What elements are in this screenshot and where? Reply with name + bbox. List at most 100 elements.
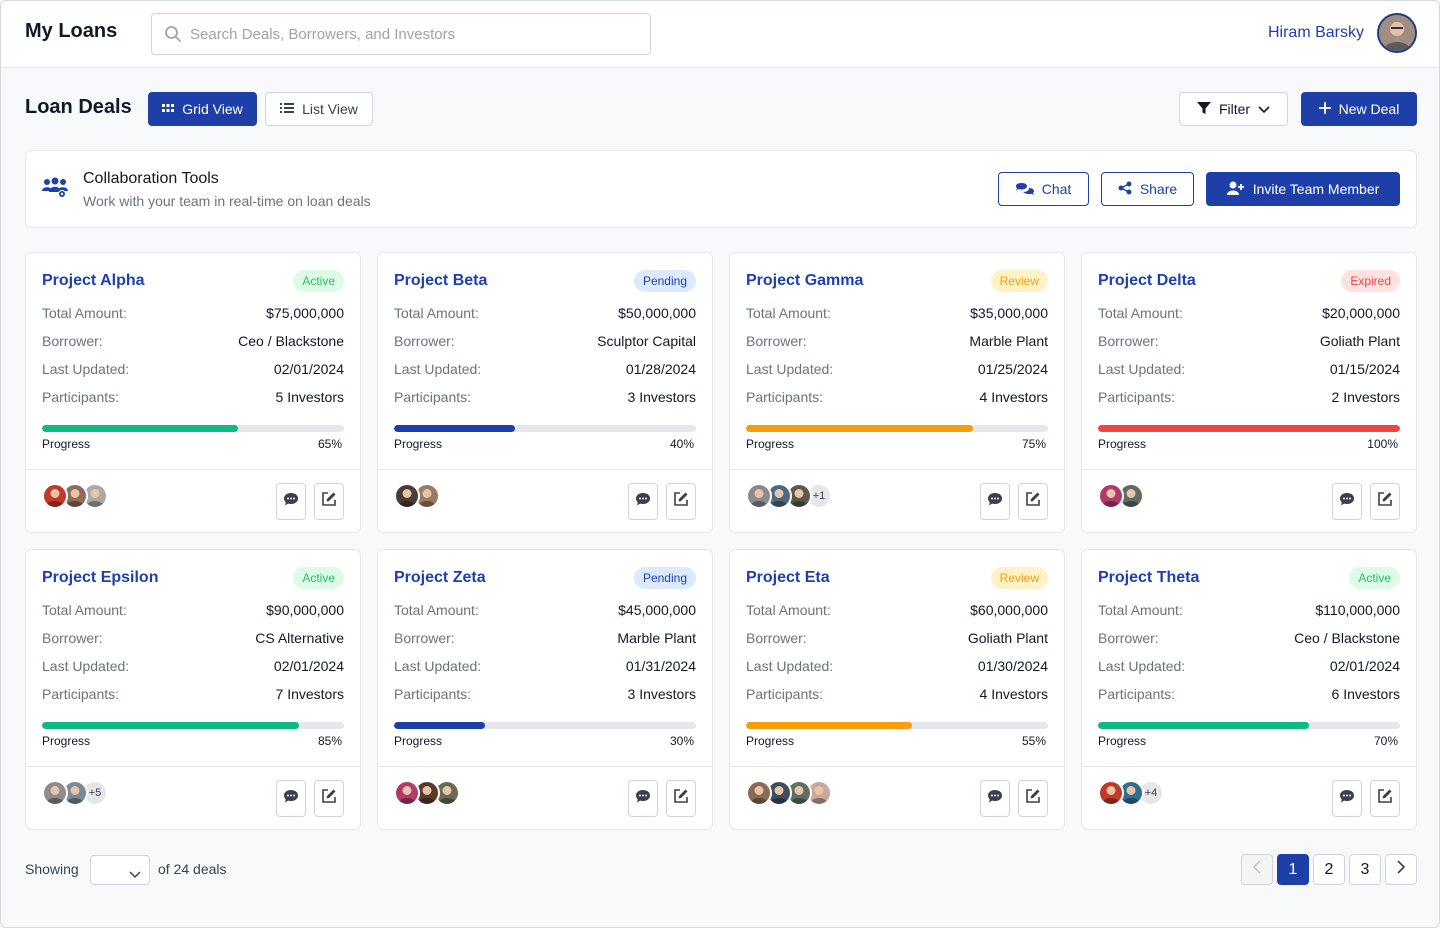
deal-title[interactable]: Project Alpha (42, 272, 145, 290)
participant-avatar[interactable] (394, 780, 420, 806)
comment-button[interactable] (980, 483, 1010, 520)
participant-avatar[interactable] (1098, 483, 1124, 509)
deal-card[interactable]: Project Beta Pending Total Amount: $50,00… (377, 252, 713, 533)
comment-button[interactable] (628, 483, 658, 520)
deal-title[interactable]: Project Gamma (746, 272, 863, 290)
deal-title[interactable]: Project Zeta (394, 569, 486, 587)
field-value: $45,000,000 (618, 602, 696, 618)
field-label: Borrower: (394, 630, 455, 646)
field-label: Borrower: (394, 333, 455, 349)
total-deals-label: of 24 deals (158, 861, 227, 877)
deal-title[interactable]: Project Delta (1098, 272, 1196, 290)
deal-field-participants: Participants: 5 Investors (42, 389, 344, 409)
participant-avatar[interactable] (42, 780, 68, 806)
deal-title[interactable]: Project Epsilon (42, 569, 158, 587)
deal-field-total-amount: Total Amount: $35,000,000 (746, 305, 1048, 325)
app-title: My Loans (25, 20, 118, 42)
deal-card[interactable]: Project Theta Active Total Amount: $110,0… (1081, 549, 1417, 830)
field-value: 7 Investors (275, 686, 344, 702)
app-window: My Loans Hiram Barsky Loan Deals Grid Vi… (0, 0, 1440, 928)
edit-button[interactable] (666, 780, 696, 817)
progress-bar (394, 425, 696, 432)
comment-icon (1339, 492, 1355, 512)
participant-avatar[interactable] (42, 483, 68, 509)
showing-label: Showing (25, 861, 79, 877)
progress-fill (746, 722, 913, 729)
card-divider (378, 766, 712, 767)
chat-button[interactable]: Chat (998, 172, 1089, 206)
deal-card[interactable]: Project Epsilon Active Total Amount: $90,… (25, 549, 361, 830)
chevron-down-icon (1258, 101, 1270, 117)
field-value: 01/25/2024 (977, 361, 1048, 377)
comment-icon (283, 492, 299, 512)
share-button[interactable]: Share (1101, 172, 1194, 206)
prev-page-button[interactable] (1241, 854, 1273, 885)
comment-icon (635, 789, 651, 809)
deal-field-participants: Participants: 2 Investors (1098, 389, 1400, 409)
edit-button[interactable] (1370, 780, 1400, 817)
deal-field-last-updated: Last Updated: 01/31/2024 (394, 658, 696, 678)
field-label: Total Amount: (42, 305, 127, 321)
participant-avatars (42, 483, 108, 509)
participant-avatar[interactable] (746, 483, 772, 509)
invite-team-member-button[interactable]: Invite Team Member (1206, 172, 1400, 206)
deal-title[interactable]: Project Theta (1098, 569, 1199, 587)
comment-icon (635, 492, 651, 512)
status-badge: Review (990, 270, 1048, 292)
comment-button[interactable] (276, 780, 306, 817)
deal-field-total-amount: Total Amount: $110,000,000 (1098, 602, 1400, 622)
deal-card[interactable]: Project Eta Review Total Amount: $60,000,… (729, 549, 1065, 830)
comment-button[interactable] (1332, 483, 1362, 520)
edit-button[interactable] (1370, 483, 1400, 520)
deal-card[interactable]: Project Zeta Pending Total Amount: $45,00… (377, 549, 713, 830)
per-page-select[interactable] (90, 855, 150, 885)
participant-avatar[interactable] (1098, 780, 1124, 806)
comment-button[interactable] (628, 780, 658, 817)
field-label: Participants: (1098, 389, 1176, 405)
progress-label: Progress (42, 437, 91, 451)
comment-button[interactable] (1332, 780, 1362, 817)
field-label: Borrower: (746, 333, 807, 349)
deal-card[interactable]: Project Delta Expired Total Amount: $20,0… (1081, 252, 1417, 533)
field-label: Borrower: (1098, 630, 1159, 646)
edit-button[interactable] (314, 780, 344, 817)
field-value: $110,000,000 (1315, 602, 1400, 618)
grid-view-button[interactable]: Grid View (148, 92, 257, 126)
comment-button[interactable] (980, 780, 1010, 817)
deal-title[interactable]: Project Beta (394, 272, 487, 290)
next-page-button[interactable] (1385, 854, 1417, 885)
edit-button[interactable] (1018, 780, 1048, 817)
filter-button[interactable]: Filter (1179, 92, 1288, 126)
participant-avatar[interactable] (746, 780, 772, 806)
search-input[interactable] (190, 14, 640, 54)
page-2-button[interactable]: 2 (1313, 854, 1345, 885)
deal-title[interactable]: Project Eta (746, 569, 830, 587)
grid-icon (162, 101, 175, 117)
deal-card[interactable]: Project Gamma Review Total Amount: $35,00… (729, 252, 1065, 533)
participant-avatar[interactable] (394, 483, 420, 509)
page-1-button[interactable]: 1 (1277, 854, 1309, 885)
comment-button[interactable] (276, 483, 306, 520)
chevron-left-icon (1252, 860, 1261, 879)
edit-button[interactable] (1018, 483, 1048, 520)
user-name[interactable]: Hiram Barsky (1268, 24, 1364, 42)
field-value: CS Alternative (255, 630, 344, 646)
edit-button[interactable] (666, 483, 696, 520)
deal-field-last-updated: Last Updated: 01/15/2024 (1098, 361, 1400, 381)
deal-field-total-amount: Total Amount: $50,000,000 (394, 305, 696, 325)
list-view-button[interactable]: List View (265, 92, 373, 126)
new-deal-button[interactable]: New Deal (1301, 92, 1417, 126)
status-badge: Active (293, 270, 344, 292)
page-3-button[interactable]: 3 (1349, 854, 1381, 885)
user-avatar[interactable] (1377, 13, 1417, 53)
progress-value: 70% (1373, 734, 1398, 748)
edit-button[interactable] (314, 483, 344, 520)
deal-card[interactable]: Project Alpha Active Total Amount: $75,00… (25, 252, 361, 533)
progress-bar (394, 722, 696, 729)
chat-icon (1015, 181, 1034, 198)
field-value: Sculptor Capital (597, 333, 696, 349)
chat-label: Chat (1041, 181, 1072, 197)
search-box[interactable] (151, 13, 651, 55)
field-value: Goliath Plant (1319, 333, 1400, 349)
field-value: 3 Investors (627, 389, 696, 405)
